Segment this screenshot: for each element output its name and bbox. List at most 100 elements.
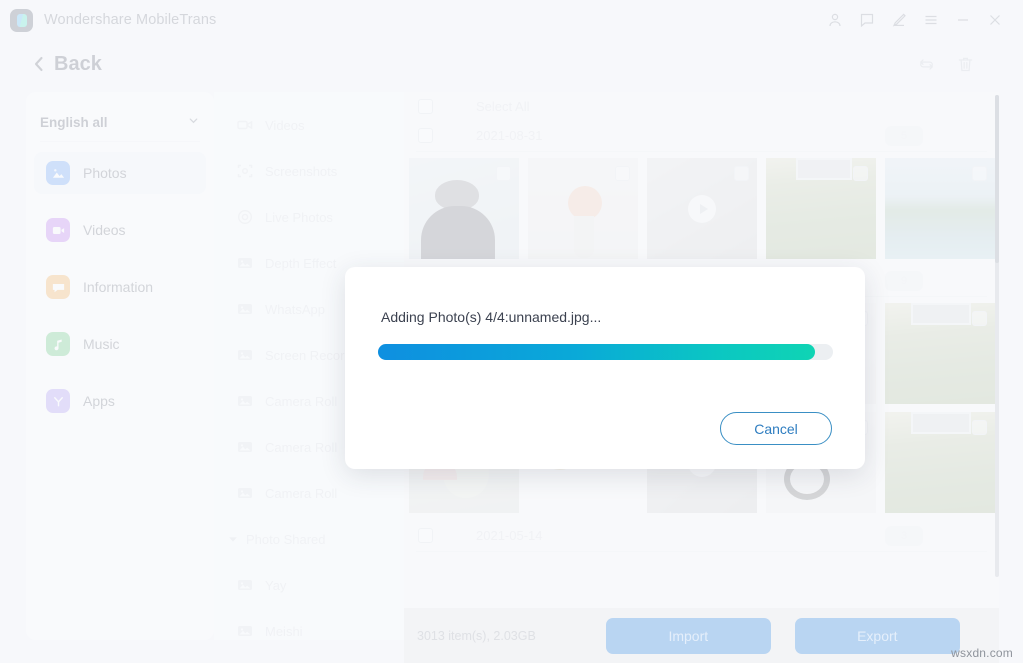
sidebar-item-photos[interactable]: Photos <box>34 152 206 194</box>
title-bar: Wondershare MobileTrans <box>0 0 1023 40</box>
progress-bar-fill <box>378 344 815 360</box>
sidebar-item-label: Photos <box>83 165 127 181</box>
chevron-down-icon <box>187 114 200 132</box>
window-controls <box>819 0 1023 40</box>
refresh-icon[interactable] <box>917 55 936 74</box>
sidebar-item-information[interactable]: Information <box>34 266 206 308</box>
thumbnail-item[interactable] <box>766 158 876 259</box>
app-window: Wondershare MobileTrans Back English all… <box>0 0 1023 663</box>
sidebar-item-videos[interactable]: Videos <box>34 209 206 251</box>
date-group-count: 5 <box>885 125 923 146</box>
picture-icon <box>236 392 254 410</box>
screenshot-icon <box>236 162 254 180</box>
thumbnail-item[interactable] <box>409 158 519 259</box>
thumbnail-checkbox[interactable] <box>972 166 987 181</box>
picture-icon <box>236 300 254 318</box>
album-item-label: Depth Effect <box>265 255 337 271</box>
edit-icon[interactable] <box>883 4 915 36</box>
album-item-label: Yay <box>265 577 287 593</box>
feedback-icon[interactable] <box>851 4 883 36</box>
picture-icon <box>236 346 254 364</box>
thumbnail-item[interactable] <box>885 158 995 259</box>
apps-icon <box>46 389 70 413</box>
album-group-label: Photo Shared <box>246 531 326 547</box>
select-all-row: Select All <box>404 92 999 121</box>
language-select[interactable]: English all <box>40 104 200 142</box>
thumbnail-checkbox[interactable] <box>734 166 749 181</box>
picture-icon <box>236 438 254 456</box>
play-icon <box>688 194 716 223</box>
thumbnail-item[interactable] <box>885 412 995 513</box>
item-count-text: 3013 item(s), 2.03GB <box>417 628 536 643</box>
select-all-checkbox[interactable] <box>418 99 433 114</box>
close-icon[interactable] <box>979 4 1011 36</box>
album-item-label: Camera Roll <box>265 393 338 409</box>
account-icon[interactable] <box>819 4 851 36</box>
album-item-label: Screenshots <box>265 163 338 179</box>
app-title: Wondershare MobileTrans <box>44 12 217 28</box>
sub-header: Back <box>0 40 1023 88</box>
sidebar-item-apps[interactable]: Apps <box>34 380 206 422</box>
picture-icon <box>236 484 254 502</box>
thumbnail-checkbox[interactable] <box>972 311 987 326</box>
date-group-header: 2021-08-31 5 <box>404 121 999 150</box>
chevron-left-icon <box>34 56 43 72</box>
minimize-icon[interactable] <box>947 4 979 36</box>
trash-icon[interactable] <box>956 55 975 74</box>
back-button[interactable]: Back <box>32 53 102 76</box>
album-item-camera-roll-3[interactable]: Camera Roll <box>214 470 404 516</box>
import-button[interactable]: Import <box>605 617 771 654</box>
date-group-count: 3 <box>885 525 923 546</box>
information-icon <box>46 275 70 299</box>
album-item-label: Camera Roll <box>265 485 338 501</box>
music-icon <box>46 332 70 356</box>
thumbnail-checkbox[interactable] <box>972 420 987 435</box>
sidebar-item-label: Information <box>83 279 154 295</box>
videos-icon <box>46 218 70 242</box>
sidebar-item-music[interactable]: Music <box>34 323 206 365</box>
scrollbar[interactable] <box>995 95 999 577</box>
language-select-value: English all <box>40 115 108 130</box>
thumbnail-item-video[interactable] <box>647 158 757 259</box>
sidebar-item-label: Videos <box>83 222 126 238</box>
picture-icon <box>236 576 254 594</box>
album-item-videos[interactable]: Videos <box>214 102 404 148</box>
album-item-live-photos[interactable]: Live Photos <box>214 194 404 240</box>
thumbnail-checkbox[interactable] <box>496 166 511 181</box>
progress-dialog: Adding Photo(s) 4/4:unnamed.jpg... Cance… <box>345 267 865 469</box>
scrollbar-thumb[interactable] <box>995 95 999 263</box>
watermark: wsxdn.com <box>951 646 1013 660</box>
sidebar-item-label: Apps <box>83 393 115 409</box>
progress-message: Adding Photo(s) 4/4:unnamed.jpg... <box>381 309 602 325</box>
video-camera-icon <box>236 116 254 134</box>
back-label: Back <box>54 52 102 75</box>
sidebar-nav: Photos Videos Information Music Apps <box>26 152 214 422</box>
album-item-label: Camera Roll <box>265 439 338 455</box>
date-group-label: 2021-08-31 <box>476 128 543 143</box>
thumbnail-item[interactable] <box>885 303 995 404</box>
select-all-label: Select All <box>476 99 530 114</box>
album-item-meishi[interactable]: Meishi <box>214 608 404 640</box>
bottom-bar: 3013 item(s), 2.03GB Import Export <box>404 608 999 663</box>
picture-icon <box>236 254 254 272</box>
album-item-screenshots[interactable]: Screenshots <box>214 148 404 194</box>
thumbnail-item[interactable] <box>528 158 638 259</box>
export-button[interactable]: Export <box>794 617 960 654</box>
thumbnail-checkbox[interactable] <box>615 166 630 181</box>
menu-icon[interactable] <box>915 4 947 36</box>
date-group-count: 9 <box>885 270 923 291</box>
photos-icon <box>46 161 70 185</box>
thumbnail-checkbox[interactable] <box>853 166 868 181</box>
album-item-label: Meishi <box>265 623 303 639</box>
date-group-label: 2021-05-14 <box>476 528 543 543</box>
cancel-button[interactable]: Cancel <box>720 412 832 445</box>
header-tools <box>917 55 975 74</box>
caret-down-icon <box>228 534 238 544</box>
app-logo-icon <box>10 8 33 32</box>
date-group-checkbox[interactable] <box>418 128 433 143</box>
date-group-header: 2021-05-14 3 <box>404 521 999 550</box>
album-group-photo-shared[interactable]: Photo Shared <box>214 516 404 562</box>
album-item-yay[interactable]: Yay <box>214 562 404 608</box>
date-group-checkbox[interactable] <box>418 528 433 543</box>
divider <box>416 551 987 552</box>
